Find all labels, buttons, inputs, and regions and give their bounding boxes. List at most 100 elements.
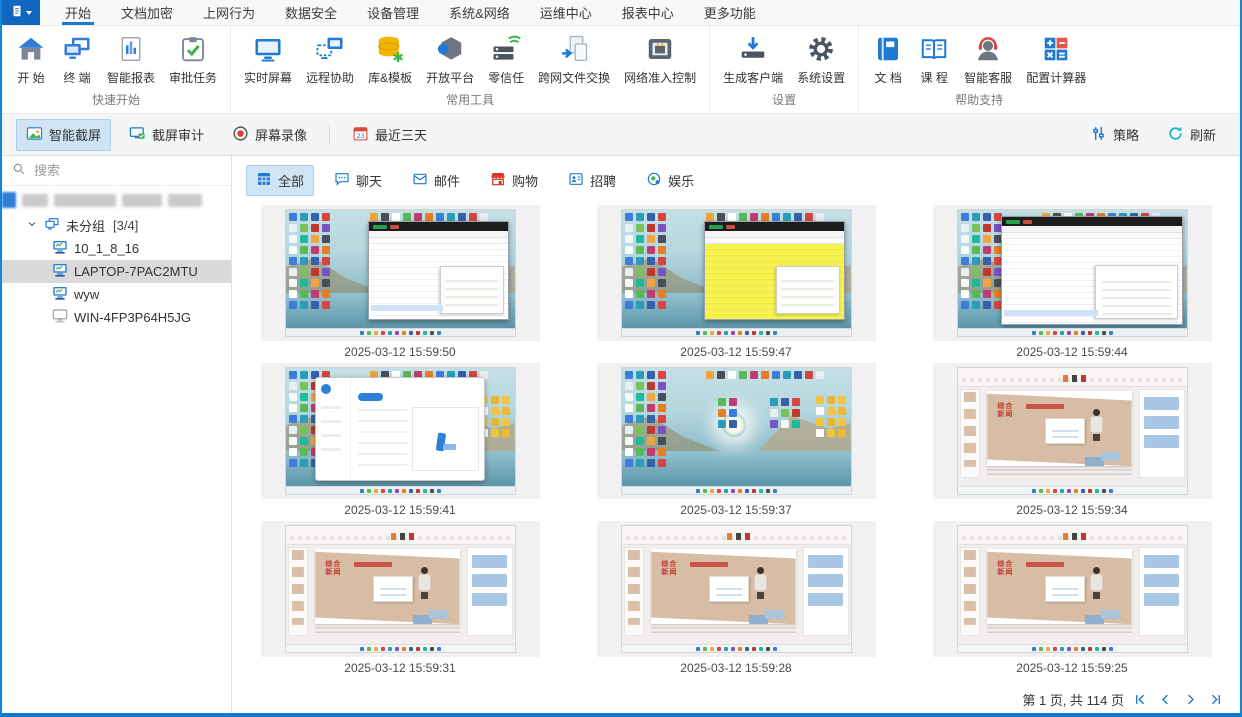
- ribbon-button-library[interactable]: 库&模板: [361, 26, 419, 89]
- tree-computer-3[interactable]: WIN-4FP3P64H5JG: [2, 306, 231, 329]
- filter-tab-recruit[interactable]: 招聘: [558, 165, 626, 196]
- screenshot-cell[interactable]: 综合 新闻 2025-03-12 15:59:25: [904, 521, 1240, 679]
- toolbar-button-label: 智能截屏: [49, 125, 101, 144]
- audit-icon: [129, 125, 146, 145]
- terminals-icon: [61, 33, 93, 65]
- filter-tab-fun[interactable]: 娱乐: [636, 165, 704, 196]
- chat-icon: [334, 171, 350, 190]
- computer-online-icon: [52, 239, 68, 258]
- screenshot-cell[interactable]: 2025-03-12 15:59:44: [904, 205, 1240, 363]
- ribbon-button-book[interactable]: 文 档: [865, 26, 911, 89]
- sliders-icon: [1090, 125, 1107, 145]
- app-window-frame: 开始文档加密上网行为数据安全设备管理系统&网络运维中心报表中心更多功能 开 始终…: [0, 0, 1242, 717]
- menu-tab-5[interactable]: 系统&网络: [434, 0, 525, 25]
- report-icon: [115, 33, 147, 65]
- filter-tab-shopping[interactable]: 购物: [480, 165, 548, 196]
- calendar-icon: 23: [352, 125, 369, 145]
- tree-computer-0[interactable]: 10_1_8_16: [2, 237, 231, 260]
- ribbon-button-client[interactable]: 生成客户端: [716, 26, 790, 89]
- ribbon-button-report[interactable]: 智能报表: [100, 26, 162, 89]
- screenshot-thumbnail[interactable]: [285, 209, 516, 337]
- filter-tab-grid[interactable]: 全部: [246, 165, 314, 196]
- ribbon-button-approve[interactable]: 审批任务: [162, 26, 224, 89]
- main-area: 未分组[3/4]10_1_8_16LAPTOP-7PAC2MTUwywWIN-4…: [2, 156, 1240, 713]
- screenshot-thumbnail[interactable]: [957, 209, 1188, 337]
- menu-tab-1[interactable]: 文档加密: [106, 0, 188, 25]
- screenshot-band: 综合 新闻: [933, 521, 1212, 657]
- powerpoint-window: 综合 新闻: [958, 368, 1187, 494]
- ppt-ribbon: [622, 526, 851, 545]
- screenshot-thumbnail[interactable]: [621, 367, 852, 495]
- taskbar: [958, 328, 1187, 336]
- toolbar-button-record[interactable]: 屏幕录像: [222, 119, 317, 151]
- toolbar-button-sliders[interactable]: 策略: [1080, 119, 1149, 151]
- toolbar-button-audit[interactable]: 截屏审计: [119, 119, 214, 151]
- search-icon: [12, 162, 26, 179]
- ribbon-button-calculator[interactable]: 配置计算器: [1019, 26, 1093, 89]
- toolbar-button-refresh[interactable]: 刷新: [1157, 119, 1226, 151]
- tree-computer-2[interactable]: wyw: [2, 283, 231, 306]
- filter-tab-mail[interactable]: 邮件: [402, 165, 470, 196]
- screenshot-cell[interactable]: 2025-03-12 15:59:37: [568, 363, 904, 521]
- screenshot-thumbnail[interactable]: 综合 新闻: [957, 525, 1188, 653]
- screenshot-thumbnail[interactable]: 综合 新闻: [285, 525, 516, 653]
- chevron-down-icon[interactable]: [26, 218, 38, 233]
- menu-tab-3[interactable]: 数据安全: [270, 0, 352, 25]
- menu-tab-2[interactable]: 上网行为: [188, 0, 270, 25]
- screenshot-cell[interactable]: 综合 新闻 2025-03-12 15:59:31: [232, 521, 568, 679]
- cloud-app-window: [315, 377, 484, 482]
- toolbar-button-date-filter[interactable]: 23最近三天: [342, 119, 437, 151]
- menu-tab-7[interactable]: 报表中心: [607, 0, 689, 25]
- window-titlebar: [705, 222, 844, 231]
- ribbon-button-course[interactable]: 课 程: [911, 26, 957, 89]
- ribbon-button-monitor[interactable]: 实时屏幕: [237, 26, 299, 89]
- screenshot-cell[interactable]: 2025-03-12 15:59:50: [232, 205, 568, 363]
- ribbon-button-label: 远程协助: [306, 69, 354, 86]
- ribbon-button-platform[interactable]: 开放平台: [419, 26, 481, 89]
- app-logo-button[interactable]: [2, 0, 40, 25]
- screenshot-cell[interactable]: 2025-03-12 15:59:47: [568, 205, 904, 363]
- mail-icon: [412, 171, 428, 190]
- screenshot-thumbnail[interactable]: [285, 367, 516, 495]
- screenshot-band: 综合 新闻: [261, 521, 540, 657]
- tree-computer-1[interactable]: LAPTOP-7PAC2MTU: [2, 260, 231, 283]
- ppt-slide: 综合 新闻: [315, 549, 459, 625]
- ribbon-button-label: 智能报表: [107, 69, 155, 86]
- pager-next-button[interactable]: [1181, 691, 1199, 709]
- screenshot-cell[interactable]: 综合 新闻 2025-03-12 15:59:28: [568, 521, 904, 679]
- menu-tab-6[interactable]: 运维中心: [525, 0, 607, 25]
- netaccess-icon: [644, 33, 676, 65]
- search-box[interactable]: [2, 156, 231, 186]
- toolbar-button-screenshot[interactable]: 智能截屏: [16, 119, 111, 151]
- ribbon-button-exchange[interactable]: 跨网文件交换: [531, 26, 617, 89]
- menubar: 开始文档加密上网行为数据安全设备管理系统&网络运维中心报表中心更多功能: [2, 0, 1240, 26]
- ribbon-button-gear[interactable]: 系统设置: [790, 26, 852, 89]
- pager-last-button[interactable]: [1206, 691, 1224, 709]
- screenshot-thumbnail[interactable]: 综合 新闻: [957, 367, 1188, 495]
- ribbon-group-title: 帮助支持: [865, 89, 1093, 113]
- screenshot-thumbnail[interactable]: 综合 新闻: [621, 525, 852, 653]
- screenshot-cell[interactable]: 2025-03-12 15:59:41: [232, 363, 568, 521]
- redacted-root-node[interactable]: [2, 186, 231, 214]
- screenshot-thumbnail[interactable]: [621, 209, 852, 337]
- menu-tab-0[interactable]: 开始: [50, 0, 106, 25]
- ribbon-button-home[interactable]: 开 始: [8, 26, 54, 89]
- menu-tab-8[interactable]: 更多功能: [689, 0, 771, 25]
- search-input[interactable]: [34, 163, 221, 178]
- filter-tab-chat[interactable]: 聊天: [324, 165, 392, 196]
- ribbon-button-terminals[interactable]: 终 端: [54, 26, 100, 89]
- menu-tab-4[interactable]: 设备管理: [352, 0, 434, 25]
- ribbon-button-netaccess[interactable]: 网络准入控制: [617, 26, 703, 89]
- ribbon-button-support[interactable]: 智能客服: [957, 26, 1019, 89]
- page-indicator: 第 1 页, 共 114 页: [1022, 690, 1124, 709]
- pager-first-button[interactable]: [1131, 691, 1149, 709]
- screenshot-cell[interactable]: 综合 新闻 2025-03-12 15:59:34: [904, 363, 1240, 521]
- grid-icon: [256, 171, 272, 190]
- ribbon-button-remote[interactable]: 远程协助: [299, 26, 361, 89]
- ribbon-button-label: 网络准入控制: [624, 69, 696, 86]
- ribbon-button-zerotrust[interactable]: 零信任: [481, 26, 531, 89]
- screenshot-timestamp: 2025-03-12 15:59:25: [1016, 657, 1127, 676]
- tree-group-ungrouped[interactable]: 未分组[3/4]: [2, 214, 231, 237]
- pager-prev-button[interactable]: [1156, 691, 1174, 709]
- redacted-text: [22, 194, 48, 207]
